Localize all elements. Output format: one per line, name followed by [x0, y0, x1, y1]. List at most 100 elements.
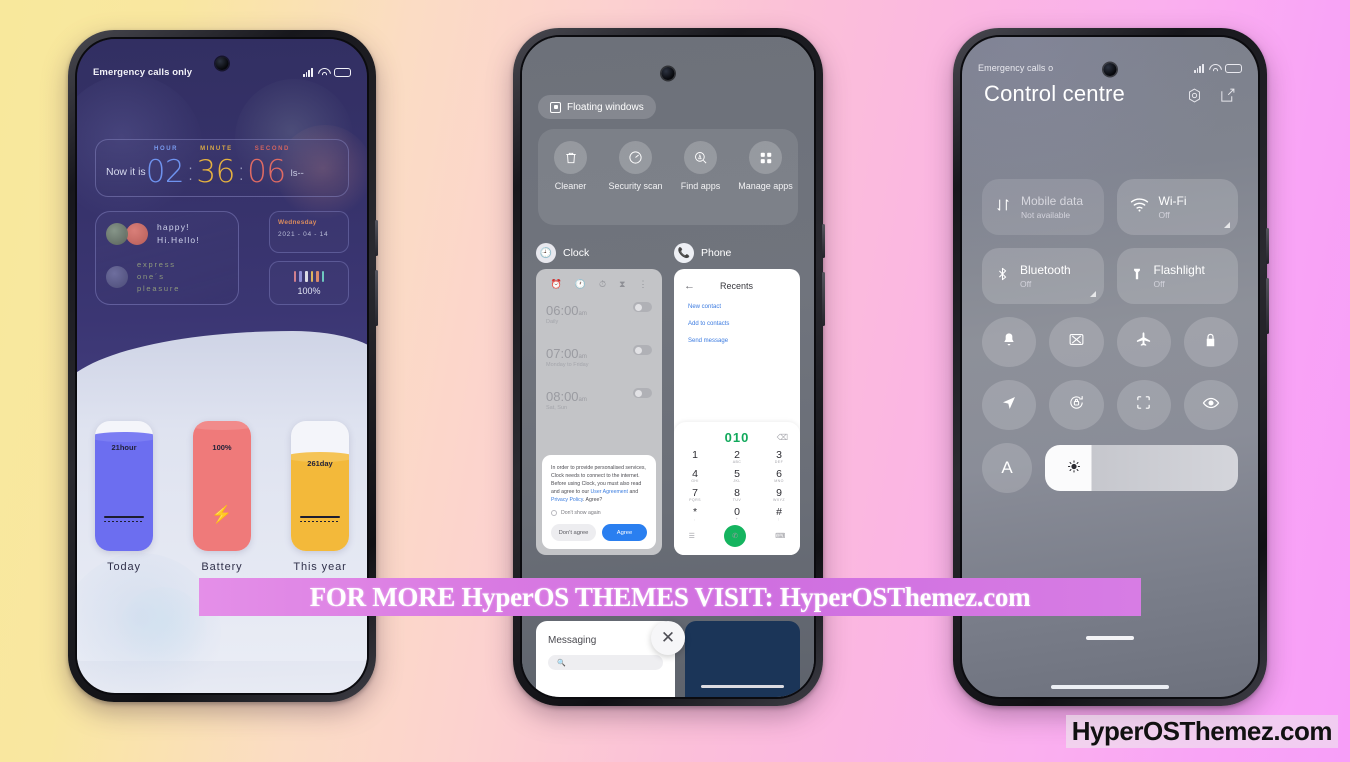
volume-button[interactable]	[1266, 228, 1269, 264]
tile-status: Off	[1153, 279, 1165, 289]
alarm-tab-icon[interactable]: ⏰	[551, 279, 562, 290]
agree-button[interactable]: Agree	[602, 524, 647, 541]
quick-action-cleaner[interactable]: Cleaner	[542, 141, 600, 192]
toggle-scan[interactable]	[1116, 380, 1171, 430]
greeting-line-2: Hi.Hello!	[157, 235, 200, 246]
floating-windows-button[interactable]: Floating windows	[538, 95, 656, 119]
call-button[interactable]: ✆	[724, 525, 747, 547]
navigation-bar-indicator[interactable]	[1051, 685, 1169, 689]
dial-key[interactable]: 2 ABC	[716, 449, 758, 464]
dial-key[interactable]: 7 PQRS	[674, 487, 716, 502]
toggle-reading-mode[interactable]	[1183, 380, 1238, 430]
timer-tab-icon[interactable]: ⏱	[599, 279, 606, 290]
back-arrow-icon[interactable]: ←	[684, 280, 695, 292]
alarm-repeat: Monday to Friday	[546, 362, 589, 368]
clock-app-preview[interactable]: ⏰ 🕐 ⏱ ⧗ ⋮ 06:00am Daily 07:00am Monday t…	[536, 269, 662, 555]
stat-tile[interactable]: 261day This year	[291, 421, 349, 573]
alarm-row[interactable]: 08:00am Sat, Sun	[536, 382, 662, 411]
messaging-search-input[interactable]: 🔍	[548, 655, 663, 670]
recent-card-phone[interactable]: 📞 Phone ← Recents New contact Add to con…	[674, 243, 800, 555]
clock-widget[interactable]: HOUR MINUTE SECOND Now it is 02 : 36 : 0…	[95, 139, 349, 197]
brightness-slider[interactable]	[1045, 445, 1238, 491]
dont-agree-button[interactable]: Don't agree	[551, 524, 596, 541]
settings-gear-icon[interactable]	[1186, 87, 1203, 109]
power-button[interactable]	[822, 272, 825, 326]
tile-glass: 261day	[291, 421, 349, 551]
header-actions	[1186, 87, 1236, 109]
eye-icon	[1202, 394, 1220, 417]
close-all-button[interactable]: ✕	[651, 621, 685, 655]
date-widget[interactable]: Wednesday 2021 - 04 - 14	[269, 211, 349, 253]
dial-key[interactable]: 1	[674, 449, 716, 464]
tile-flashlight[interactable]: Flashlight Off	[1116, 248, 1238, 304]
tile-wifi[interactable]: Wi-Fi Off	[1116, 179, 1238, 235]
dialpad: 010 ⌫ 1 2 ABC 3 DEF 4 GHI 5 JKL 6 MNO 7 PQRS 8…	[674, 422, 800, 555]
power-button[interactable]	[375, 270, 378, 326]
second-label: SECOND	[254, 146, 290, 152]
expand-corner-icon[interactable]	[1224, 222, 1230, 228]
add-to-contacts-link[interactable]: Add to contacts	[688, 321, 800, 327]
quick-action-manage-apps[interactable]: Manage apps	[737, 141, 795, 192]
tile-bluetooth[interactable]: Bluetooth Off	[982, 248, 1104, 304]
dial-key[interactable]: 4 GHI	[674, 468, 716, 483]
stopwatch-tab-icon[interactable]: ⧗	[619, 279, 625, 290]
dialog-body: In order to provide personalised service…	[551, 464, 646, 503]
toggle-rotation-lock[interactable]	[1049, 380, 1104, 430]
volume-button[interactable]	[375, 220, 378, 256]
dial-key[interactable]: *,	[674, 506, 716, 521]
quick-action-security-scan[interactable]: Security scan	[607, 141, 665, 192]
recent-card-dark-app[interactable]	[685, 621, 800, 697]
stat-tile[interactable]: 100% ⚡ Battery	[193, 421, 251, 573]
dialpad-list-icon[interactable]: ☰	[689, 532, 695, 540]
greeting-widget[interactable]: happy! Hi.Hello! express one´s pleasure	[95, 211, 239, 305]
toggle-location[interactable]	[982, 380, 1037, 430]
toggle-ringer[interactable]	[982, 317, 1037, 367]
more-menu-icon[interactable]: ⋮	[638, 279, 647, 290]
new-contact-link[interactable]: New contact	[688, 304, 800, 310]
greeting-row-top: happy! Hi.Hello!	[96, 212, 238, 247]
stat-tile[interactable]: 21hour Today	[95, 421, 153, 573]
dial-key[interactable]: #;	[758, 506, 800, 521]
toggle-lock[interactable]	[1183, 317, 1238, 367]
checkbox-label: Don't show again	[561, 510, 601, 516]
expand-corner-icon[interactable]	[1089, 291, 1096, 297]
tile-title: Mobile data	[1021, 194, 1084, 208]
dial-key[interactable]: 8 TUV	[716, 487, 758, 502]
recent-card-header: 🕘 Clock	[536, 243, 662, 263]
quick-action-find-apps[interactable]: Find apps	[672, 141, 730, 192]
power-button[interactable]	[1266, 278, 1269, 334]
dialpad-keypad-icon[interactable]: ⌨	[775, 532, 785, 540]
alarm-row[interactable]: 07:00am Monday to Friday	[536, 339, 662, 368]
alarm-row[interactable]: 06:00am Daily	[536, 296, 662, 325]
auto-brightness-button[interactable]: A	[982, 443, 1032, 493]
toggle-screenshot[interactable]	[1049, 317, 1104, 367]
wifi-icon	[1130, 197, 1149, 218]
phone-app-preview[interactable]: ← Recents New contact Add to contacts Se…	[674, 269, 800, 555]
backspace-icon[interactable]: ⌫	[777, 433, 788, 442]
dial-key[interactable]: 9 WXYZ	[758, 487, 800, 502]
dial-key[interactable]: 6 MNO	[758, 468, 800, 483]
recent-card-clock[interactable]: 🕘 Clock ⏰ 🕐 ⏱ ⧗ ⋮ 06:00am Daily 07:00am …	[536, 243, 662, 555]
dial-key[interactable]: 3 DEF	[758, 449, 800, 464]
toggle-airplane-mode[interactable]	[1116, 317, 1171, 367]
alarm-toggle[interactable]	[633, 388, 652, 398]
alarm-toggle[interactable]	[633, 302, 652, 312]
battery-widget[interactable]: 100%	[269, 261, 349, 305]
clock-tab-icon[interactable]: 🕐	[575, 279, 586, 290]
quick-action-label: Manage apps	[738, 181, 793, 191]
send-message-link[interactable]: Send message	[688, 338, 800, 344]
volume-button[interactable]	[822, 224, 825, 258]
tile-mobile-data[interactable]: Mobile data Not available	[982, 179, 1104, 235]
dial-key[interactable]: 5 JKL	[716, 468, 758, 483]
user-agreement-link[interactable]: User Agreement	[591, 489, 628, 495]
privacy-policy-link[interactable]: Privacy Policy	[551, 497, 583, 503]
location-icon	[1001, 395, 1017, 416]
dial-key[interactable]: 0 +	[716, 506, 758, 521]
alarm-toggle[interactable]	[633, 345, 652, 355]
date-label: 2021 - 04 - 14	[278, 231, 329, 238]
edit-icon[interactable]	[1219, 87, 1236, 109]
airplane-icon	[1135, 331, 1152, 353]
drag-handle[interactable]	[1086, 636, 1134, 640]
express-line-1: express	[137, 260, 176, 270]
dont-show-again-checkbox[interactable]: Don't show again	[551, 510, 647, 516]
